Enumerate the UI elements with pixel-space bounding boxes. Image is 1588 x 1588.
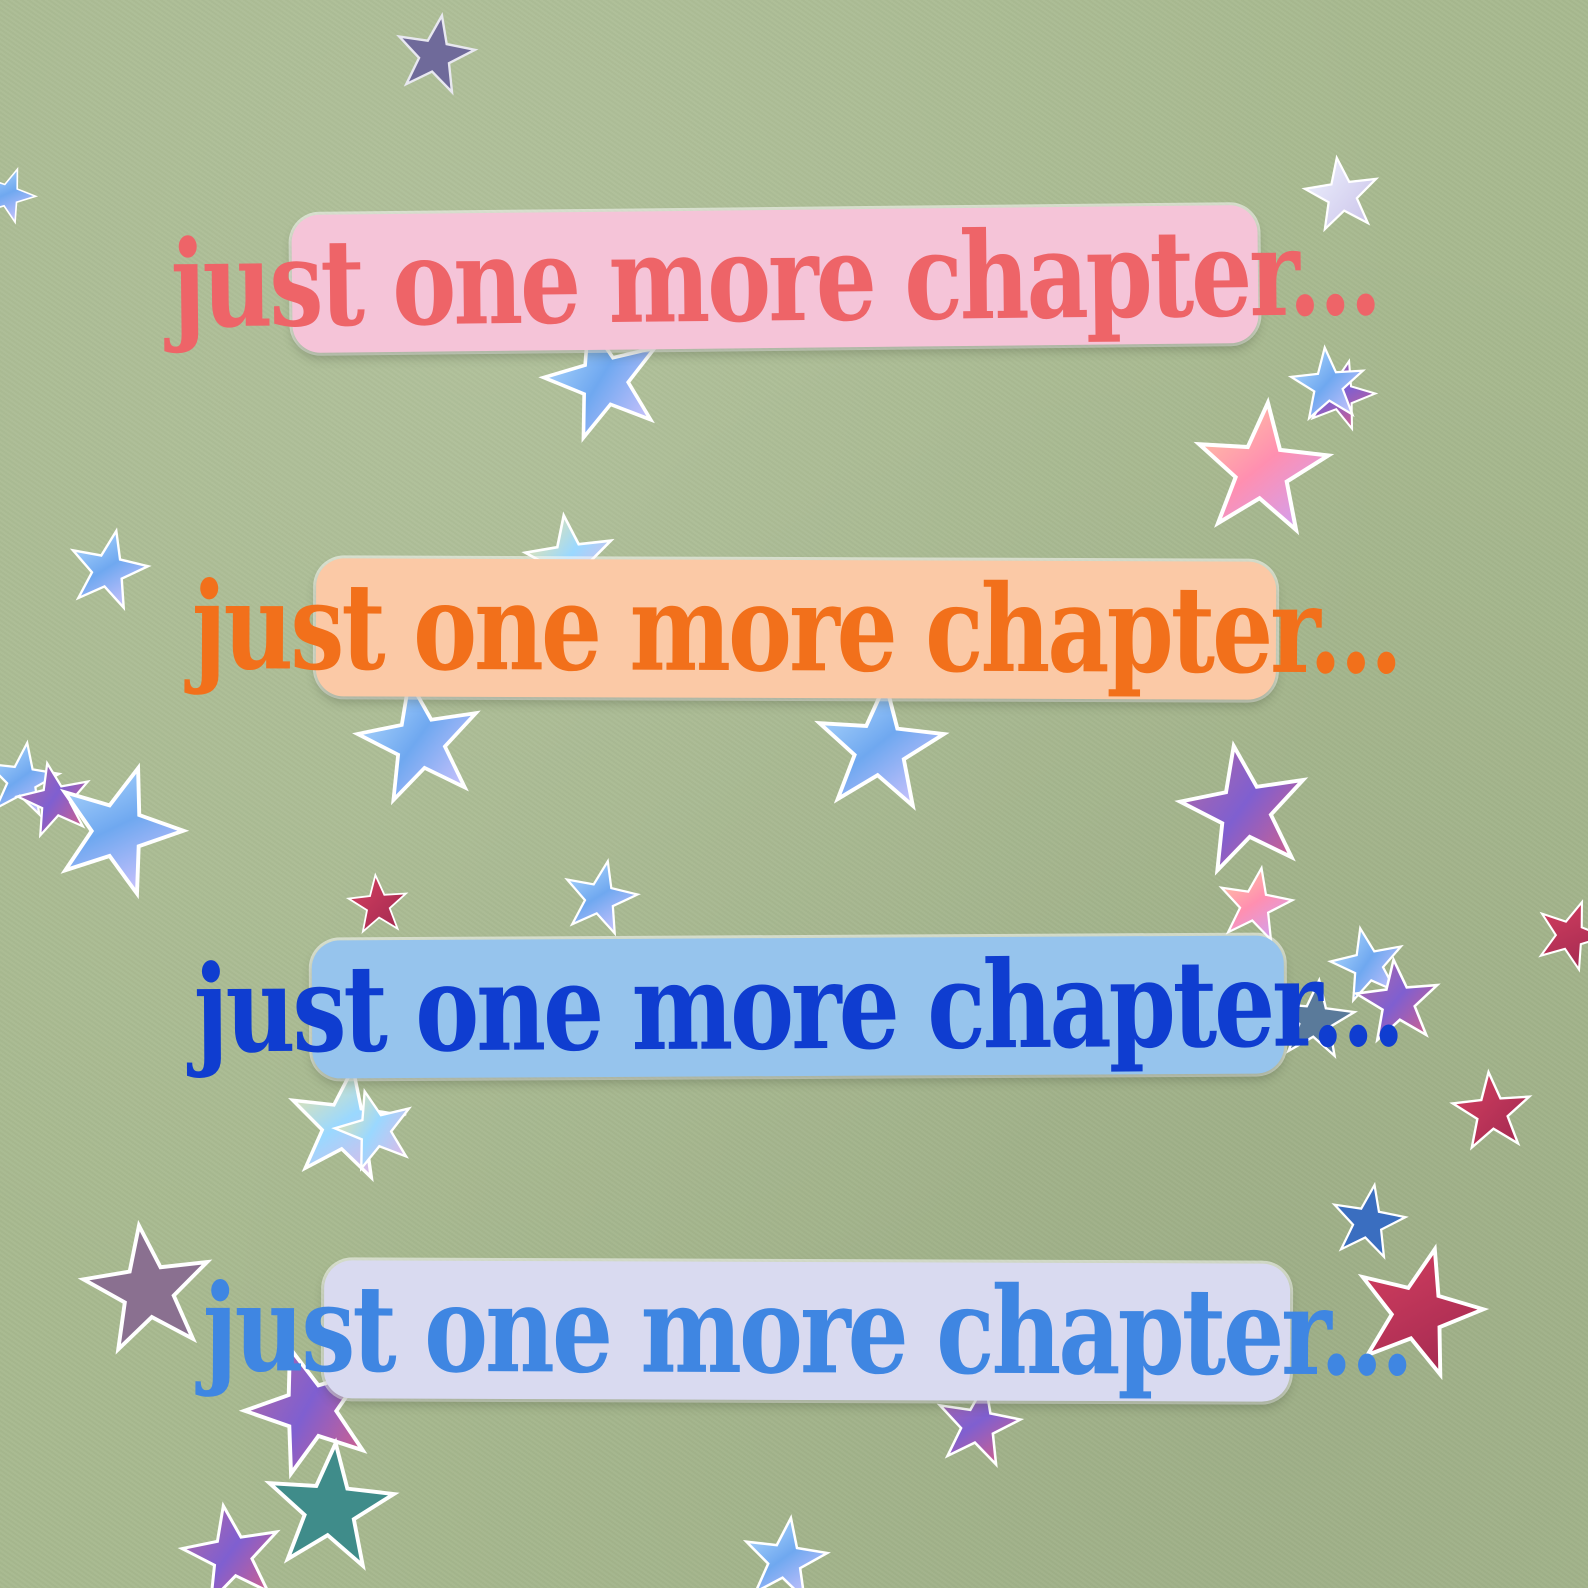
star-icon	[390, 7, 481, 96]
star-icon	[1527, 889, 1588, 976]
star-icon	[39, 746, 200, 904]
peach-sticker: just one more chapter...	[192, 556, 1401, 701]
star-icon	[0, 159, 44, 227]
sticker-text: just one more chapter...	[170, 201, 1380, 356]
star-icon	[738, 1510, 833, 1588]
sticker-text: just one more chapter...	[202, 1257, 1412, 1404]
star-icon	[261, 1435, 400, 1570]
star-icon	[62, 521, 156, 613]
star-icon	[1170, 733, 1318, 877]
star-icon	[174, 1495, 289, 1588]
star-icon	[1212, 860, 1299, 944]
lavender-sticker: just one more chapter...	[203, 1258, 1412, 1403]
star-icon	[345, 871, 410, 934]
star-icon	[557, 852, 645, 938]
star-icon	[1325, 1177, 1412, 1261]
sticker-text: just one more chapter...	[191, 555, 1401, 702]
star-icon	[75, 1214, 220, 1355]
sticker-text: just one more chapter...	[193, 932, 1403, 1081]
star-icon	[1449, 1067, 1535, 1151]
blue-sticker: just one more chapter...	[193, 933, 1402, 1081]
pink-sticker: just one more chapter...	[170, 201, 1380, 355]
